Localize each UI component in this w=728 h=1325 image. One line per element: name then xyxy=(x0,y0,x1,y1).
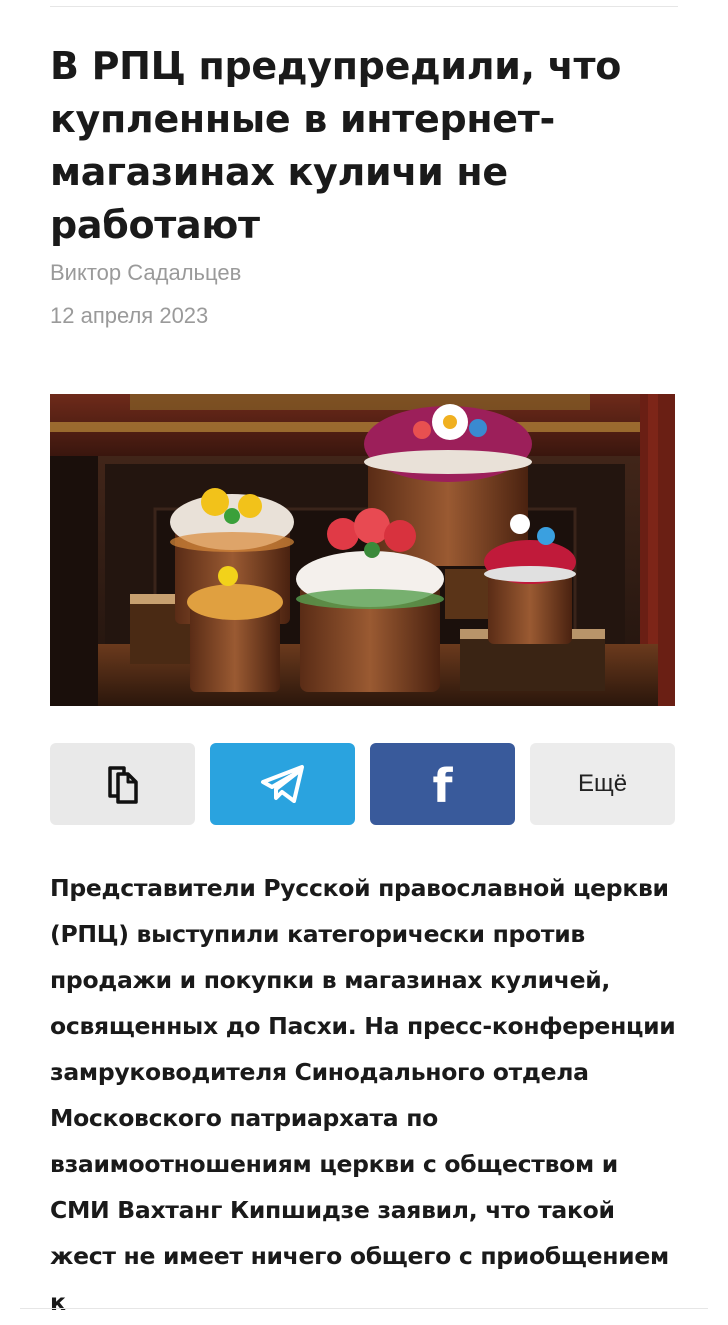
telegram-icon xyxy=(260,765,304,803)
facebook-icon: f xyxy=(432,759,453,813)
more-share-label: Ещё xyxy=(577,770,628,797)
copy-link-button[interactable] xyxy=(50,743,195,825)
article-author[interactable]: Виктор Садальцев xyxy=(50,260,241,286)
article-date: 12 апреля 2023 xyxy=(50,303,209,328)
share-buttons: f Ещё xyxy=(50,743,675,825)
article-image xyxy=(50,394,675,706)
top-divider xyxy=(50,6,678,7)
article-title: В РПЦ предупредили, что купленные в инте… xyxy=(50,44,622,247)
more-share-button[interactable]: Ещё xyxy=(530,743,675,825)
facebook-share-button[interactable]: f xyxy=(370,743,515,825)
bottom-divider xyxy=(20,1308,708,1309)
copy-icon xyxy=(107,766,138,804)
article-body: Представители Русской православной церкв… xyxy=(50,874,676,1316)
telegram-share-button[interactable] xyxy=(210,743,355,825)
